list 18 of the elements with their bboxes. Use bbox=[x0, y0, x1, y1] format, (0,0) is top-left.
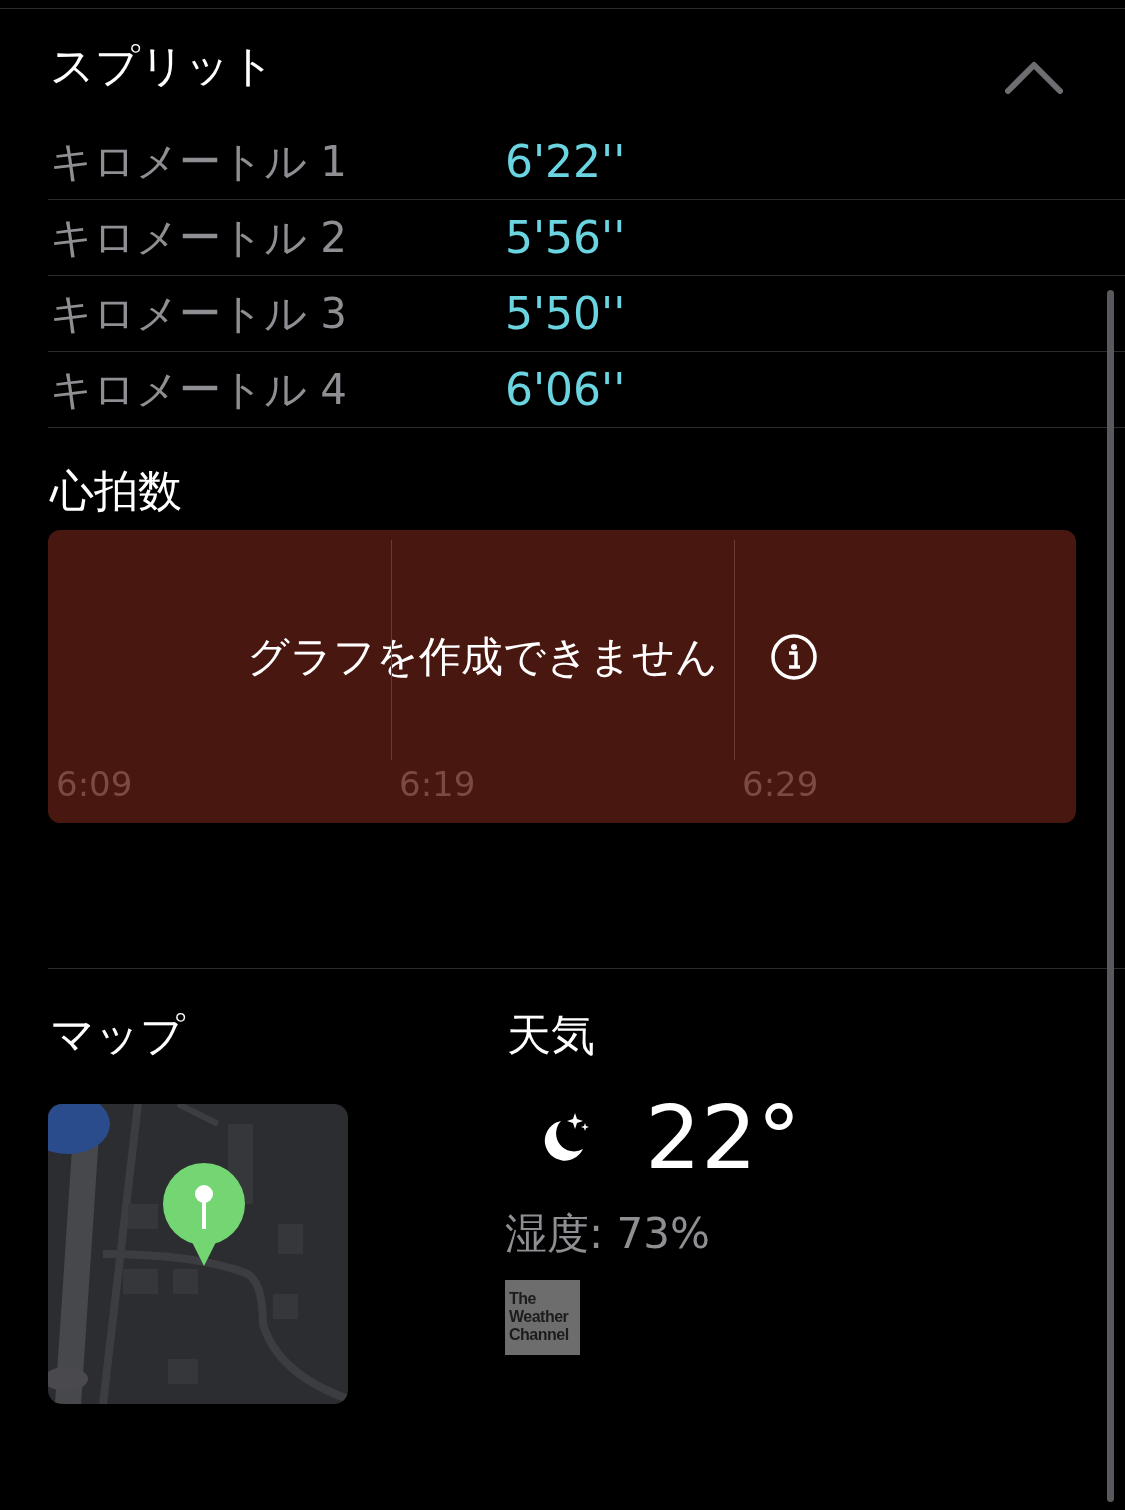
humidity-reading: 湿度: 73% bbox=[505, 1207, 711, 1260]
split-label: キロメートル 3 bbox=[49, 287, 349, 340]
section-title: 天気 bbox=[506, 1009, 596, 1062]
section-title: 心拍数 bbox=[48, 465, 182, 518]
info-button[interactable] bbox=[770, 633, 818, 681]
info-icon bbox=[770, 633, 818, 681]
split-pace: 5'50'' bbox=[505, 288, 626, 339]
weather-provider-logo: The Weather Channel bbox=[505, 1279, 580, 1355]
split-pace: 6'22'' bbox=[505, 136, 626, 187]
temperature: 22° bbox=[645, 1093, 801, 1182]
split-pace: 5'56'' bbox=[505, 212, 626, 263]
split-label: キロメートル 2 bbox=[49, 211, 349, 264]
chevron-up-button[interactable] bbox=[1005, 59, 1063, 94]
split-label: キロメートル 1 bbox=[49, 135, 349, 188]
section-title: スプリット bbox=[49, 40, 275, 93]
split-label: キロメートル 4 bbox=[49, 363, 349, 416]
section-title: マップ bbox=[49, 1009, 186, 1062]
split-pace: 6'06'' bbox=[505, 364, 626, 415]
